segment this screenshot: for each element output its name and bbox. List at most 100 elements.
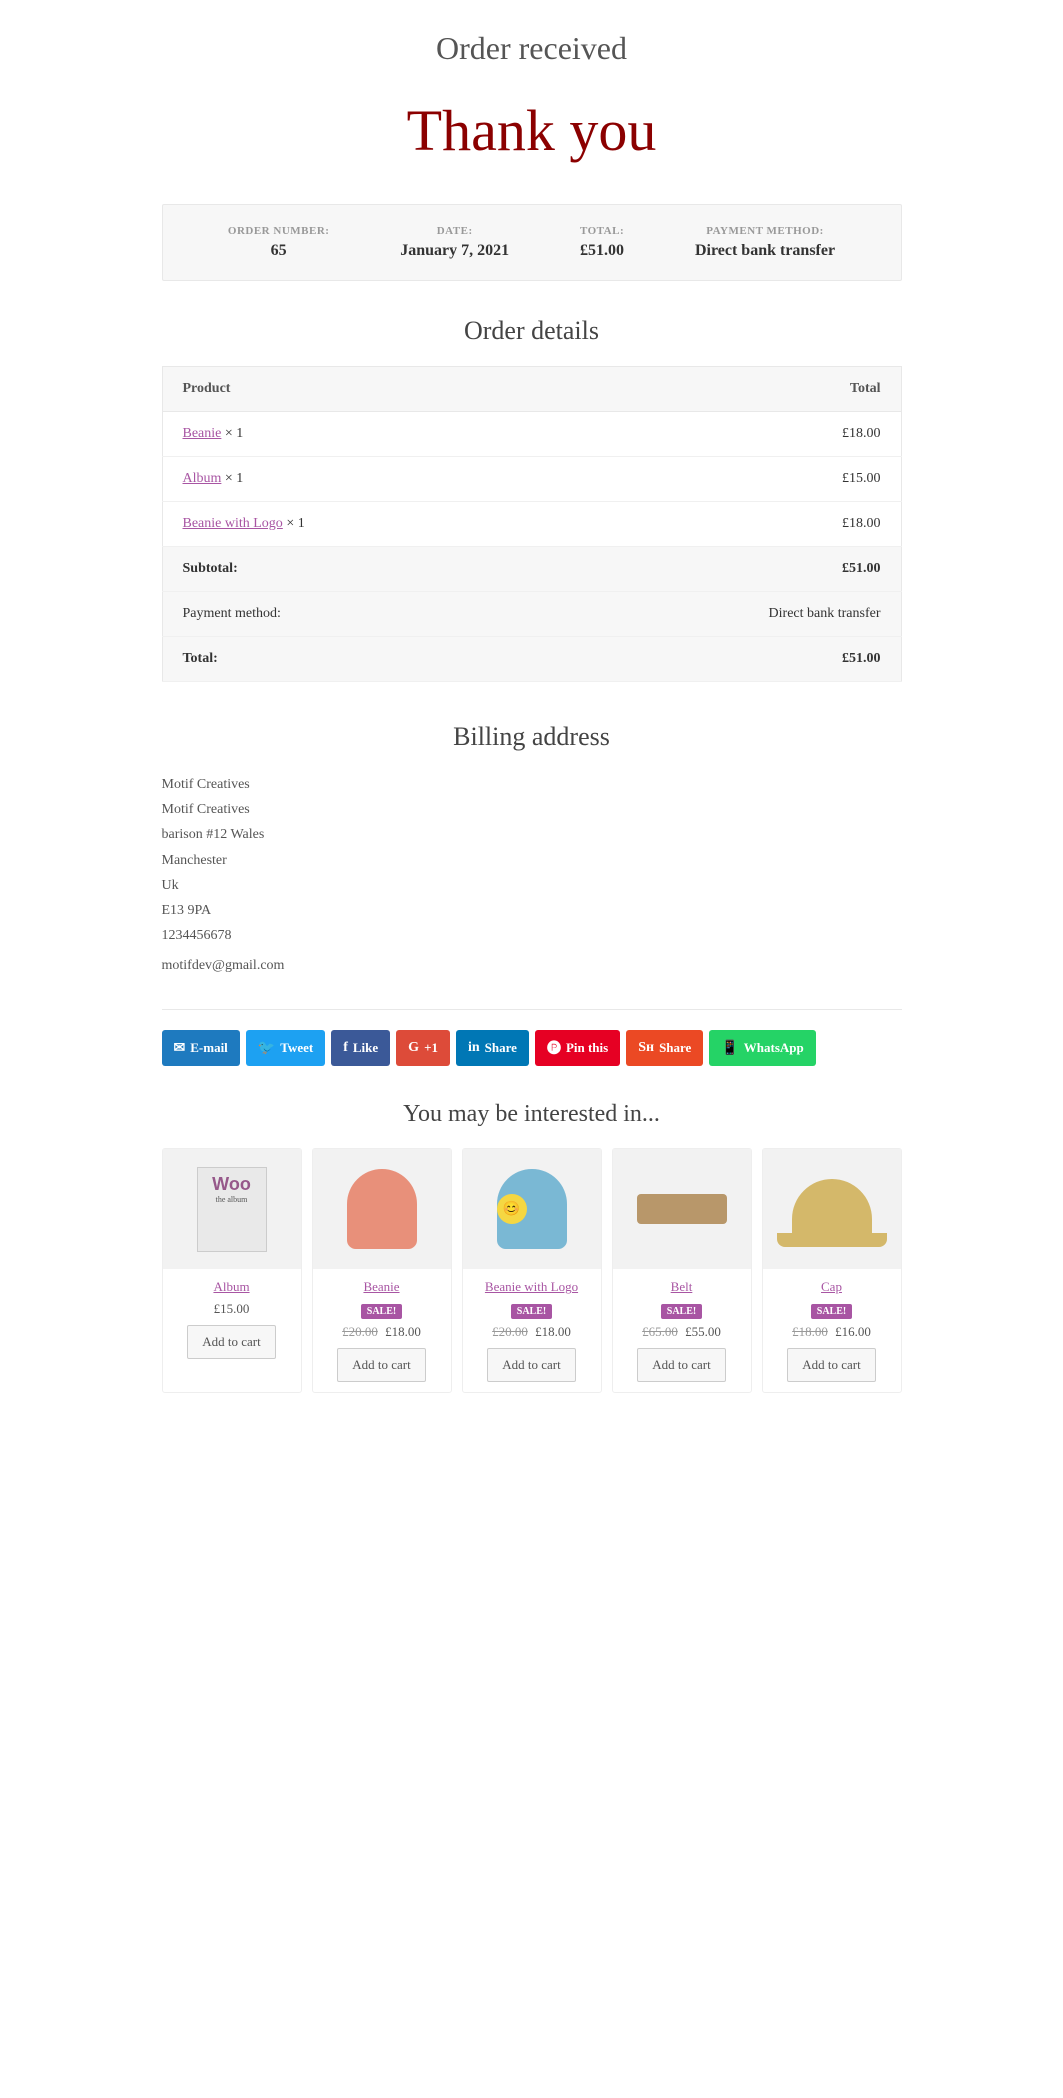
- gplus-icon: G: [408, 1040, 419, 1056]
- billing-address-line: Uk: [162, 873, 902, 898]
- subtotal-value: £51.00: [544, 547, 901, 592]
- social-share-bar: ✉E-mail🐦TweetfLikeG+1inShare🅟Pin thisSʜS…: [162, 1030, 902, 1066]
- social-label: Like: [353, 1040, 378, 1056]
- price-area: £15.00: [163, 1301, 301, 1317]
- product-total: £18.00: [544, 412, 901, 457]
- price: £15.00: [214, 1301, 250, 1316]
- payment-method-item: PAYMENT METHOD: Direct bank transfer: [695, 225, 835, 260]
- thank-you-section: Thank you: [162, 87, 902, 174]
- add-to-cart-button[interactable]: Add to cart: [637, 1348, 725, 1382]
- social-pinterest-button[interactable]: 🅟 Pin this: [535, 1030, 620, 1066]
- belt-image: [637, 1194, 727, 1224]
- whatsapp-icon: 📱: [721, 1040, 738, 1057]
- add-to-cart-button[interactable]: Add to cart: [337, 1348, 425, 1382]
- pinterest-icon: 🅟: [547, 1038, 561, 1058]
- billing-address-line: E13 9PA: [162, 898, 902, 923]
- product-card: Beanie SALE! £20.00 £18.00 Add to cart: [312, 1148, 452, 1393]
- social-label: E-mail: [190, 1040, 228, 1056]
- social-tweet-button[interactable]: 🐦 Tweet: [246, 1030, 325, 1066]
- email-icon: ✉: [174, 1040, 186, 1057]
- product-cell: Album × 1: [162, 457, 544, 502]
- total-row-label: Total:: [162, 637, 544, 682]
- tweet-icon: 🐦: [258, 1040, 275, 1057]
- table-row: Album × 1 £15.00: [162, 457, 901, 502]
- linkedin-icon: in: [468, 1040, 480, 1056]
- product-cell: Beanie with Logo × 1: [162, 502, 544, 547]
- sale-badge: SALE!: [511, 1304, 552, 1319]
- new-price: £18.00: [535, 1324, 571, 1339]
- old-price: £20.00: [492, 1324, 528, 1339]
- stumble-icon: Sʜ: [638, 1040, 654, 1056]
- social-whatsapp-button[interactable]: 📱 WhatsApp: [709, 1030, 815, 1066]
- product-name[interactable]: Belt: [613, 1279, 751, 1295]
- billing-address-line: Manchester: [162, 848, 902, 873]
- order-details-table: Product Total Beanie × 1 £18.00 Album × …: [162, 366, 902, 682]
- facebook-icon: f: [343, 1040, 348, 1056]
- product-name[interactable]: Cap: [763, 1279, 901, 1295]
- product-image-area: [613, 1149, 751, 1269]
- billing-address-line: Motif Creatives: [162, 772, 902, 797]
- table-row: Beanie with Logo × 1 £18.00: [162, 502, 901, 547]
- social-label: Share: [659, 1040, 691, 1056]
- price-area: £20.00 £18.00: [463, 1324, 601, 1340]
- product-link[interactable]: Beanie: [183, 426, 222, 441]
- social-label: Tweet: [280, 1040, 313, 1056]
- social-label: WhatsApp: [744, 1040, 804, 1056]
- product-link[interactable]: Beanie with Logo: [183, 516, 283, 531]
- table-row: Beanie × 1 £18.00: [162, 412, 901, 457]
- billing-address-line: Motif Creatives: [162, 797, 902, 822]
- page-wrapper: Order received Thank you ORDER NUMBER: 6…: [142, 0, 922, 1453]
- product-name[interactable]: Beanie: [313, 1279, 451, 1295]
- payment-method-row-value: Direct bank transfer: [544, 592, 901, 637]
- social-label: +1: [424, 1040, 438, 1056]
- social-stumble-button[interactable]: Sʜ Share: [626, 1030, 703, 1066]
- product-card: Belt SALE! £65.00 £55.00 Add to cart: [612, 1148, 752, 1393]
- payment-method-value: Direct bank transfer: [695, 242, 835, 259]
- total-value: £51.00: [580, 242, 624, 259]
- products-grid: Woo the album Album £15.00 Add to cart B…: [162, 1148, 902, 1393]
- billing-address-line: barison #12 Wales: [162, 822, 902, 847]
- product-card: Woo the album Album £15.00 Add to cart: [162, 1148, 302, 1393]
- date-value: January 7, 2021: [400, 242, 509, 259]
- new-price: £16.00: [835, 1324, 871, 1339]
- order-number-label: ORDER NUMBER:: [228, 225, 330, 237]
- total-item: TOTAL: £51.00: [580, 225, 624, 260]
- product-total: £18.00: [544, 502, 901, 547]
- date-item: DATE: January 7, 2021: [400, 225, 509, 260]
- divider: [162, 1009, 902, 1010]
- total-column-header: Total: [544, 367, 901, 412]
- total-row: Total: £51.00: [162, 637, 901, 682]
- payment-method-row: Payment method: Direct bank transfer: [162, 592, 901, 637]
- social-facebook-button[interactable]: f Like: [331, 1030, 390, 1066]
- sale-badge: SALE!: [811, 1304, 852, 1319]
- social-gplus-button[interactable]: G +1: [396, 1030, 450, 1066]
- add-to-cart-button[interactable]: Add to cart: [487, 1348, 575, 1382]
- cap-image: [792, 1179, 872, 1239]
- price-area: £20.00 £18.00: [313, 1324, 451, 1340]
- product-link[interactable]: Album: [183, 471, 222, 486]
- beanie-image: [347, 1169, 417, 1249]
- old-price: £18.00: [792, 1324, 828, 1339]
- add-to-cart-button[interactable]: Add to cart: [187, 1325, 275, 1359]
- old-price: £65.00: [642, 1324, 678, 1339]
- subtotal-row: Subtotal: £51.00: [162, 547, 901, 592]
- old-price: £20.00: [342, 1324, 378, 1339]
- product-name[interactable]: Album: [163, 1279, 301, 1295]
- product-card: 😊 Beanie with Logo SALE! £20.00 £18.00 A…: [462, 1148, 602, 1393]
- new-price: £18.00: [385, 1324, 421, 1339]
- payment-method-label: PAYMENT METHOD:: [695, 225, 835, 237]
- page-title: Order received: [162, 30, 902, 67]
- order-summary-bar: ORDER NUMBER: 65 DATE: January 7, 2021 T…: [162, 204, 902, 281]
- add-to-cart-button[interactable]: Add to cart: [787, 1348, 875, 1382]
- social-linkedin-button[interactable]: inShare: [456, 1030, 529, 1066]
- thank-you-text: Thank you: [377, 87, 687, 174]
- new-price: £55.00: [685, 1324, 721, 1339]
- order-number-item: ORDER NUMBER: 65: [228, 225, 330, 260]
- billing-email: motifdev@gmail.com: [162, 958, 902, 974]
- social-label: Pin this: [566, 1040, 608, 1056]
- social-email-button[interactable]: ✉E-mail: [162, 1030, 240, 1066]
- product-name[interactable]: Beanie with Logo: [463, 1279, 601, 1295]
- product-card: Cap SALE! £18.00 £16.00 Add to cart: [762, 1148, 902, 1393]
- order-details-title: Order details: [162, 316, 902, 346]
- sale-badge: SALE!: [661, 1304, 702, 1319]
